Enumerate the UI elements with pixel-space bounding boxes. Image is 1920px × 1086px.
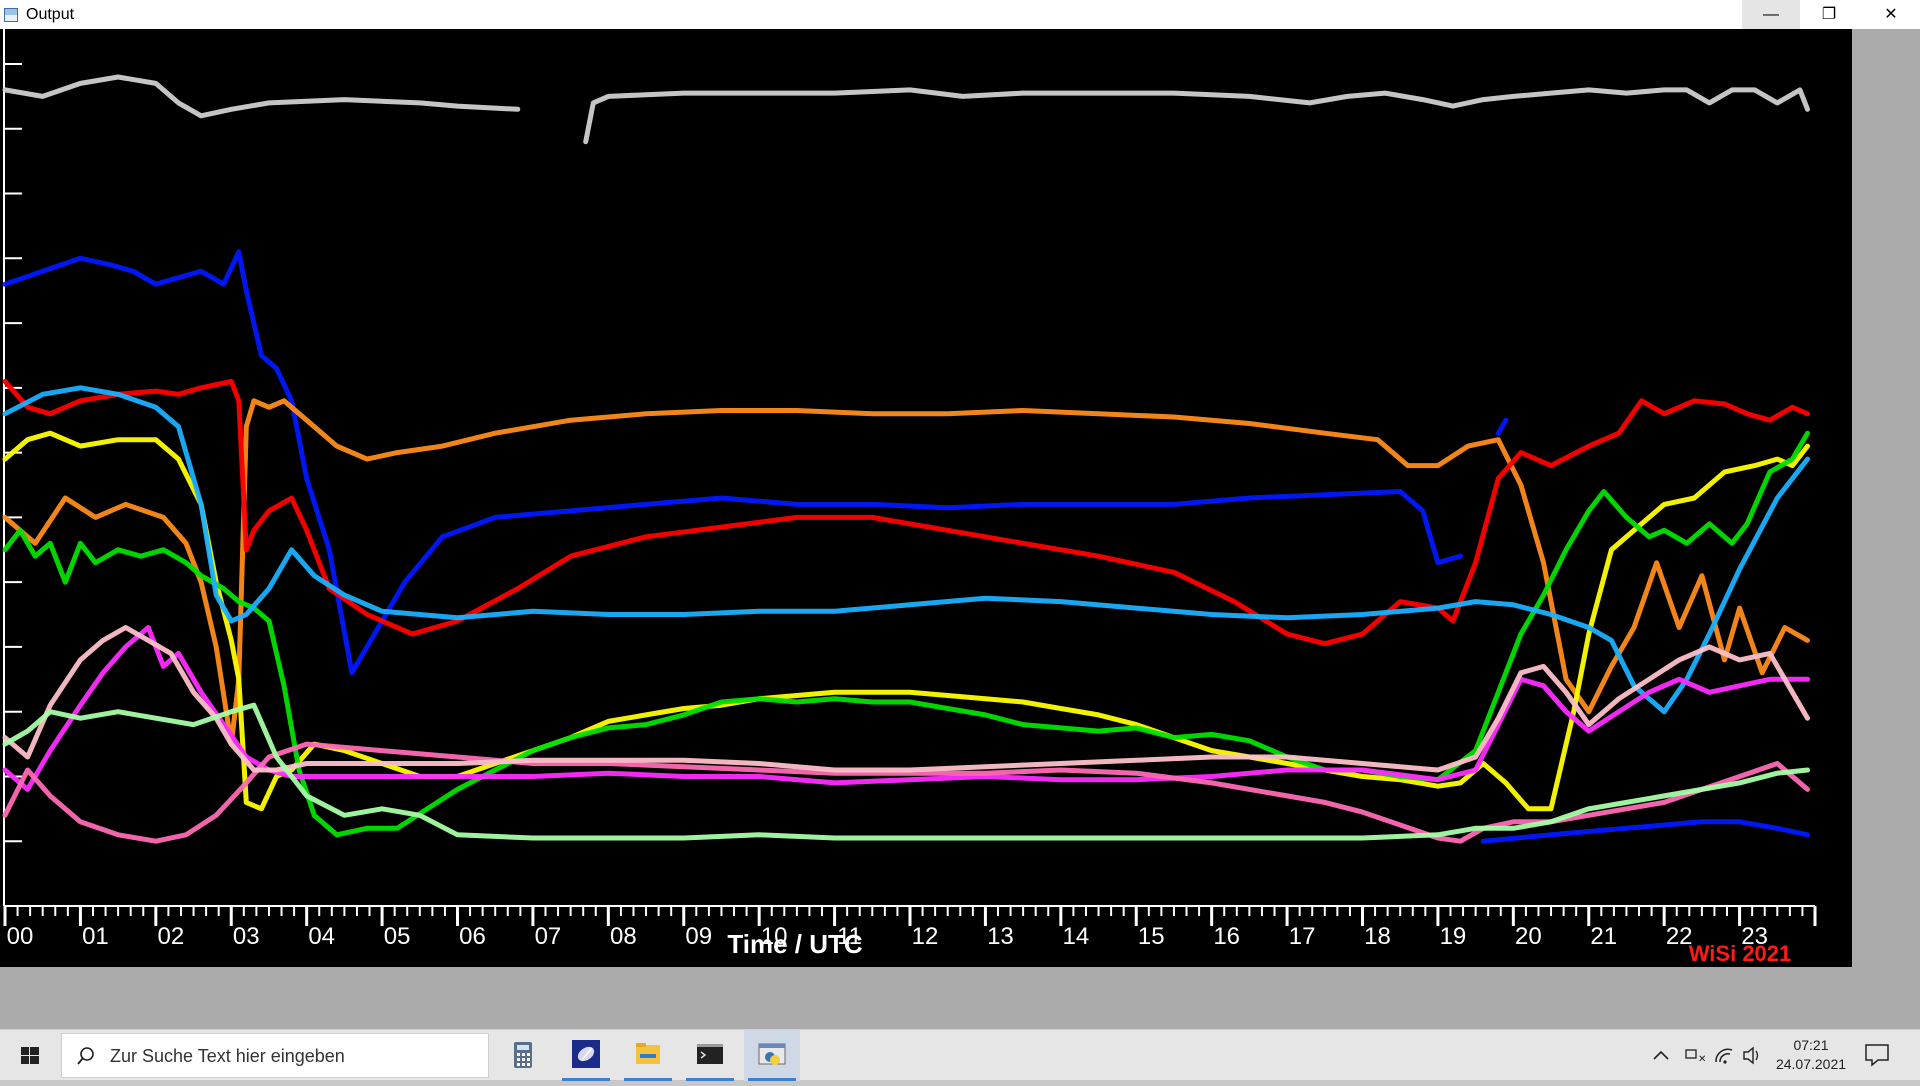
notification-icon[interactable]	[1864, 1043, 1890, 1067]
minimize-button[interactable]: —	[1742, 0, 1800, 29]
app-window-icon	[4, 8, 18, 22]
calculator-icon	[514, 1042, 532, 1068]
x-tick-label: 19	[1440, 923, 1467, 950]
x-tick-label: 06	[459, 923, 486, 950]
windows-logo-icon	[21, 1047, 39, 1064]
python-window-icon	[758, 1043, 786, 1065]
x-tick-label: 04	[308, 923, 335, 950]
x-tick-label: 07	[535, 923, 562, 950]
plot-area: 00 01 02 03 04 05 06 07 08 09 10 11 12 13 14 15 16 17 18 19…	[0, 29, 1852, 967]
x-tick-label: 13	[987, 923, 1014, 950]
x-tick-label: 08	[610, 923, 637, 950]
taskbar: Zur Suche Text hier eingeben ✕ 07:21 24.…	[0, 1029, 1920, 1081]
taskbar-calculator[interactable]	[495, 1030, 551, 1081]
system-tray: ✕	[1653, 1046, 1759, 1065]
start-button[interactable]	[0, 1030, 60, 1081]
clock-date: 24.07.2021	[1775, 1056, 1847, 1072]
x-tick-label: 02	[157, 923, 184, 950]
x-tick-label: 12	[912, 923, 939, 950]
clock[interactable]: 07:21 24.07.2021	[1770, 1036, 1852, 1074]
taskbar-python-output[interactable]	[744, 1030, 800, 1081]
series-0-line	[2, 74, 521, 119]
series-1-line	[1495, 417, 1509, 436]
search-placeholder: Zur Suche Text hier eingeben	[110, 1046, 345, 1066]
series-6-line	[2, 385, 1810, 715]
x-tick-label: 01	[82, 923, 109, 950]
title-bar[interactable]: Output — ❐ ✕	[0, 0, 1920, 29]
folder-icon	[636, 1043, 660, 1064]
series-0-line	[583, 87, 1810, 145]
x-tick-label: 21	[1590, 923, 1617, 950]
line-chart: 00 01 02 03 04 05 06 07 08 09 10 11 12 13 14 15 16 17 18 19…	[2, 29, 1817, 966]
x-tick-label: 17	[1289, 923, 1316, 950]
taskbar-console[interactable]	[682, 1030, 738, 1081]
x-tick-label: 14	[1062, 923, 1089, 950]
svg-text:✕: ✕	[1698, 1054, 1706, 1065]
x-axis-label: Time / UTC	[727, 929, 863, 959]
output-window: Output — ❐ ✕ 00 01 02 03 04 05 06 07 08 09 10 11 12 1…	[0, 0, 1920, 1029]
x-tick-label: 16	[1213, 923, 1240, 950]
x-tick-label: 20	[1515, 923, 1542, 950]
clock-time: 07:21	[1793, 1037, 1829, 1053]
wifi-icon	[1715, 1048, 1733, 1064]
taskbar-file-explorer[interactable]	[620, 1030, 676, 1081]
x-tick-label: 18	[1364, 923, 1391, 950]
watermark-label: WiSi 2021	[1689, 941, 1792, 966]
chevron-up-icon	[1653, 1050, 1669, 1060]
x-tick-label: 05	[384, 923, 411, 950]
x-tick-label: 09	[685, 923, 712, 950]
x-tick-label: 03	[233, 923, 260, 950]
close-button[interactable]: ✕	[1862, 0, 1920, 29]
network-ethernet-icon: ✕	[1685, 1049, 1706, 1065]
taskbar-satellite-app[interactable]	[558, 1030, 614, 1081]
x-tick-label: 00	[7, 923, 34, 950]
window-title: Output	[26, 6, 75, 23]
volume-icon	[1743, 1046, 1759, 1065]
satellite-dish-icon	[572, 1040, 600, 1068]
x-tick-label: 15	[1138, 923, 1165, 950]
terminal-icon	[697, 1044, 723, 1064]
search-box[interactable]: Zur Suche Text hier eingeben	[61, 1033, 489, 1078]
restore-button[interactable]: ❐	[1800, 0, 1858, 29]
search-icon	[77, 1047, 94, 1065]
